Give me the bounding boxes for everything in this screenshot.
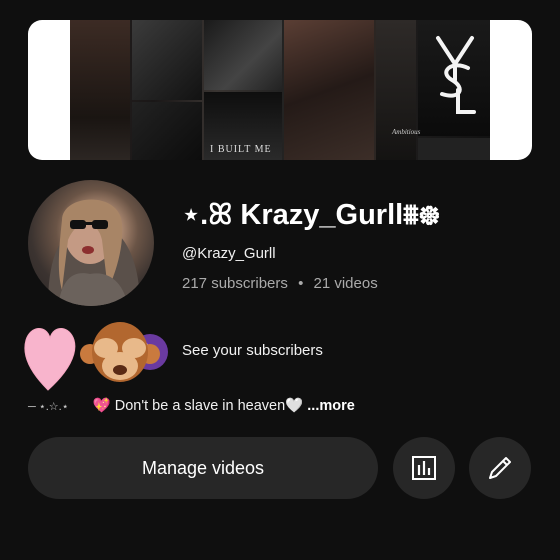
manage-videos-label: Manage videos	[141, 457, 265, 478]
stats-separator: •	[298, 275, 304, 292]
ysl-logo-icon	[436, 36, 476, 114]
channel-avatar[interactable]	[28, 180, 154, 306]
description-text: Don't be a slave in heaven🤍	[114, 398, 304, 414]
channel-handle: @Krazy_Gurll	[182, 245, 276, 262]
more-link[interactable]: ...more	[307, 398, 355, 414]
pencil-icon	[489, 457, 511, 479]
collage-tile	[70, 20, 130, 160]
banner-collage: I BUILT ME Ambitious	[70, 20, 490, 160]
banner-signature-text: Ambitious	[392, 128, 421, 136]
collage-tile	[132, 20, 202, 100]
subscriber-count: 217 subscribers	[182, 275, 288, 292]
collage-tile	[376, 20, 416, 160]
analytics-icon	[412, 456, 436, 480]
see-subscribers-link[interactable]: See your subscribers	[182, 342, 323, 359]
channel-stats: 217 subscribers • 21 videos	[182, 275, 378, 292]
subscriber-avatars[interactable]	[22, 316, 172, 392]
channel-name: ⋆.ꕤ Krazy_Gurll⩩᪥	[182, 199, 441, 231]
pink-heart-emoji-icon	[24, 328, 76, 391]
see-no-evil-monkey-emoji-icon	[80, 322, 160, 382]
collage-tile	[204, 20, 282, 90]
manage-videos-button[interactable]: Manage videos	[28, 437, 378, 499]
collage-tile	[132, 102, 202, 160]
description-decoration: ─ ⋆.☆.⋆	[28, 401, 69, 413]
avatar-portrait	[48, 199, 140, 306]
collage-tile	[418, 138, 490, 160]
analytics-button[interactable]	[393, 437, 455, 499]
sparkling-heart-emoji-icon: 💖	[92, 398, 111, 414]
channel-banner[interactable]: I BUILT ME Ambitious	[28, 20, 532, 160]
banner-collage-text: I BUILT ME	[210, 144, 272, 155]
edit-channel-button[interactable]	[469, 437, 531, 499]
channel-description[interactable]: ─ ⋆.☆.⋆ 💖 Don't be a slave in heaven🤍 ..…	[28, 397, 355, 414]
collage-tile	[284, 20, 374, 160]
video-count: 21 videos	[313, 275, 378, 292]
